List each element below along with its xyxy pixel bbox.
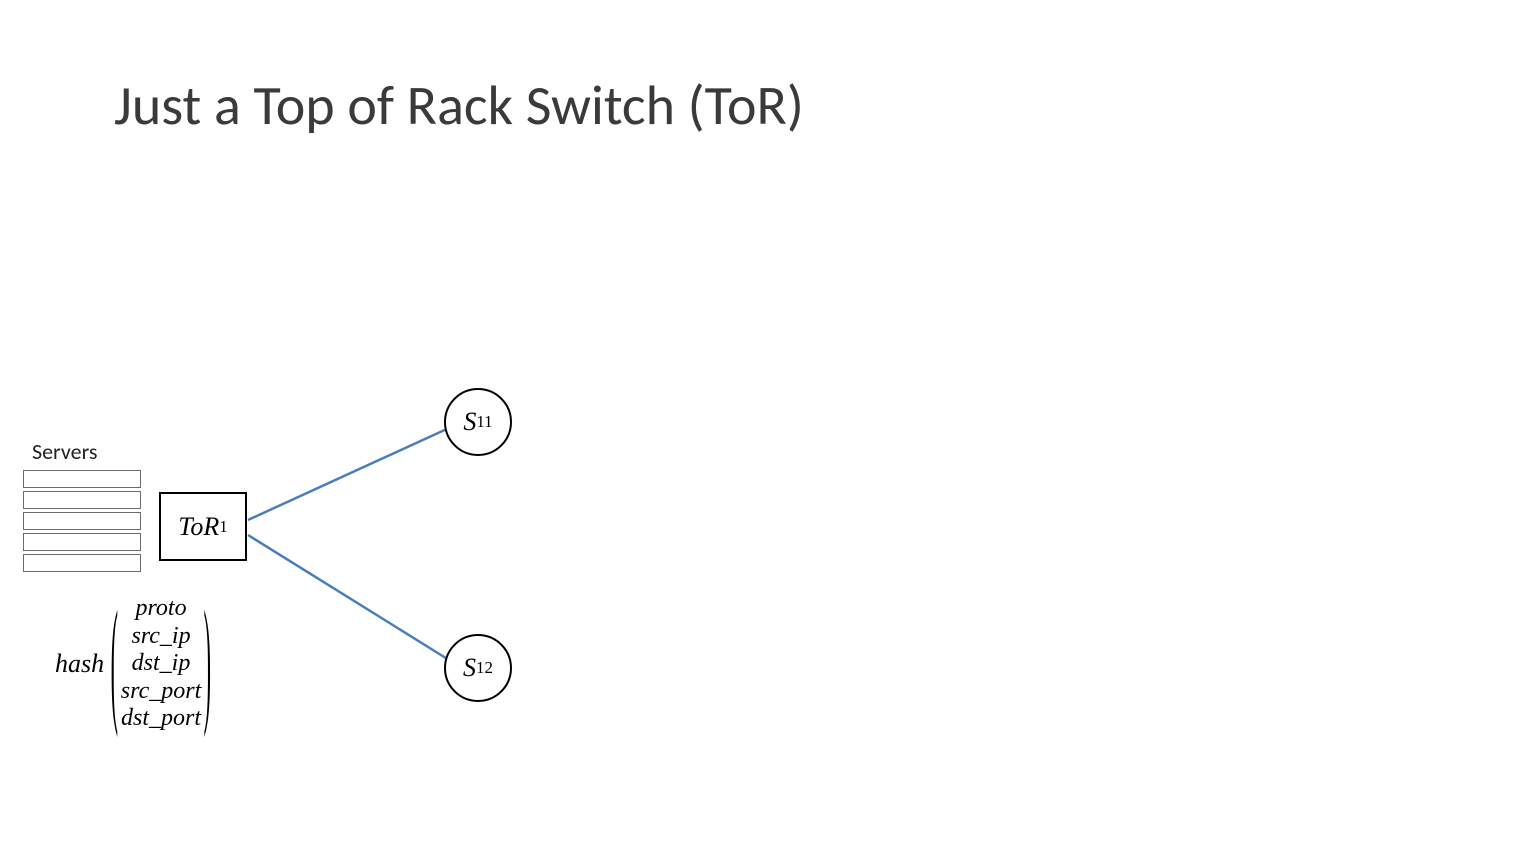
server-unit [23,470,141,488]
spine-switch-s12: S12 [444,634,512,702]
hash-tuple: hash ( protosrc_ipdst_ipsrc_portdst_port… [55,595,214,733]
servers-label: Servers [32,438,98,465]
hash-tuple-entry: src_ip [131,623,190,651]
server-unit [23,554,141,572]
server-unit [23,512,141,530]
s12-base: S [463,653,476,683]
tor-switch-node: ToR1 [159,492,247,561]
hash-tuple-entry: proto [135,595,186,623]
hash-tuple-entry: src_port [121,678,201,706]
close-paren: ) [202,594,213,734]
tor-base: ToR [178,512,219,542]
server-unit [23,491,141,509]
s12-sub: 12 [476,658,493,678]
s11-base: S [463,407,476,437]
slide-title: Just a Top of Rack Switch (ToR) [114,72,804,140]
server-unit [23,533,141,551]
open-paren: ( [109,594,120,734]
tor-sub: 1 [219,517,227,537]
hash-tuple-lines: protosrc_ipdst_ipsrc_portdst_port [121,595,201,733]
hash-tuple-entry: dst_ip [132,650,191,678]
spine-switch-s11: S11 [444,388,512,456]
hash-func-name: hash [55,649,108,679]
s11-sub: 11 [476,412,492,432]
hash-tuple-entry: dst_port [121,705,201,733]
server-stack [23,470,141,572]
